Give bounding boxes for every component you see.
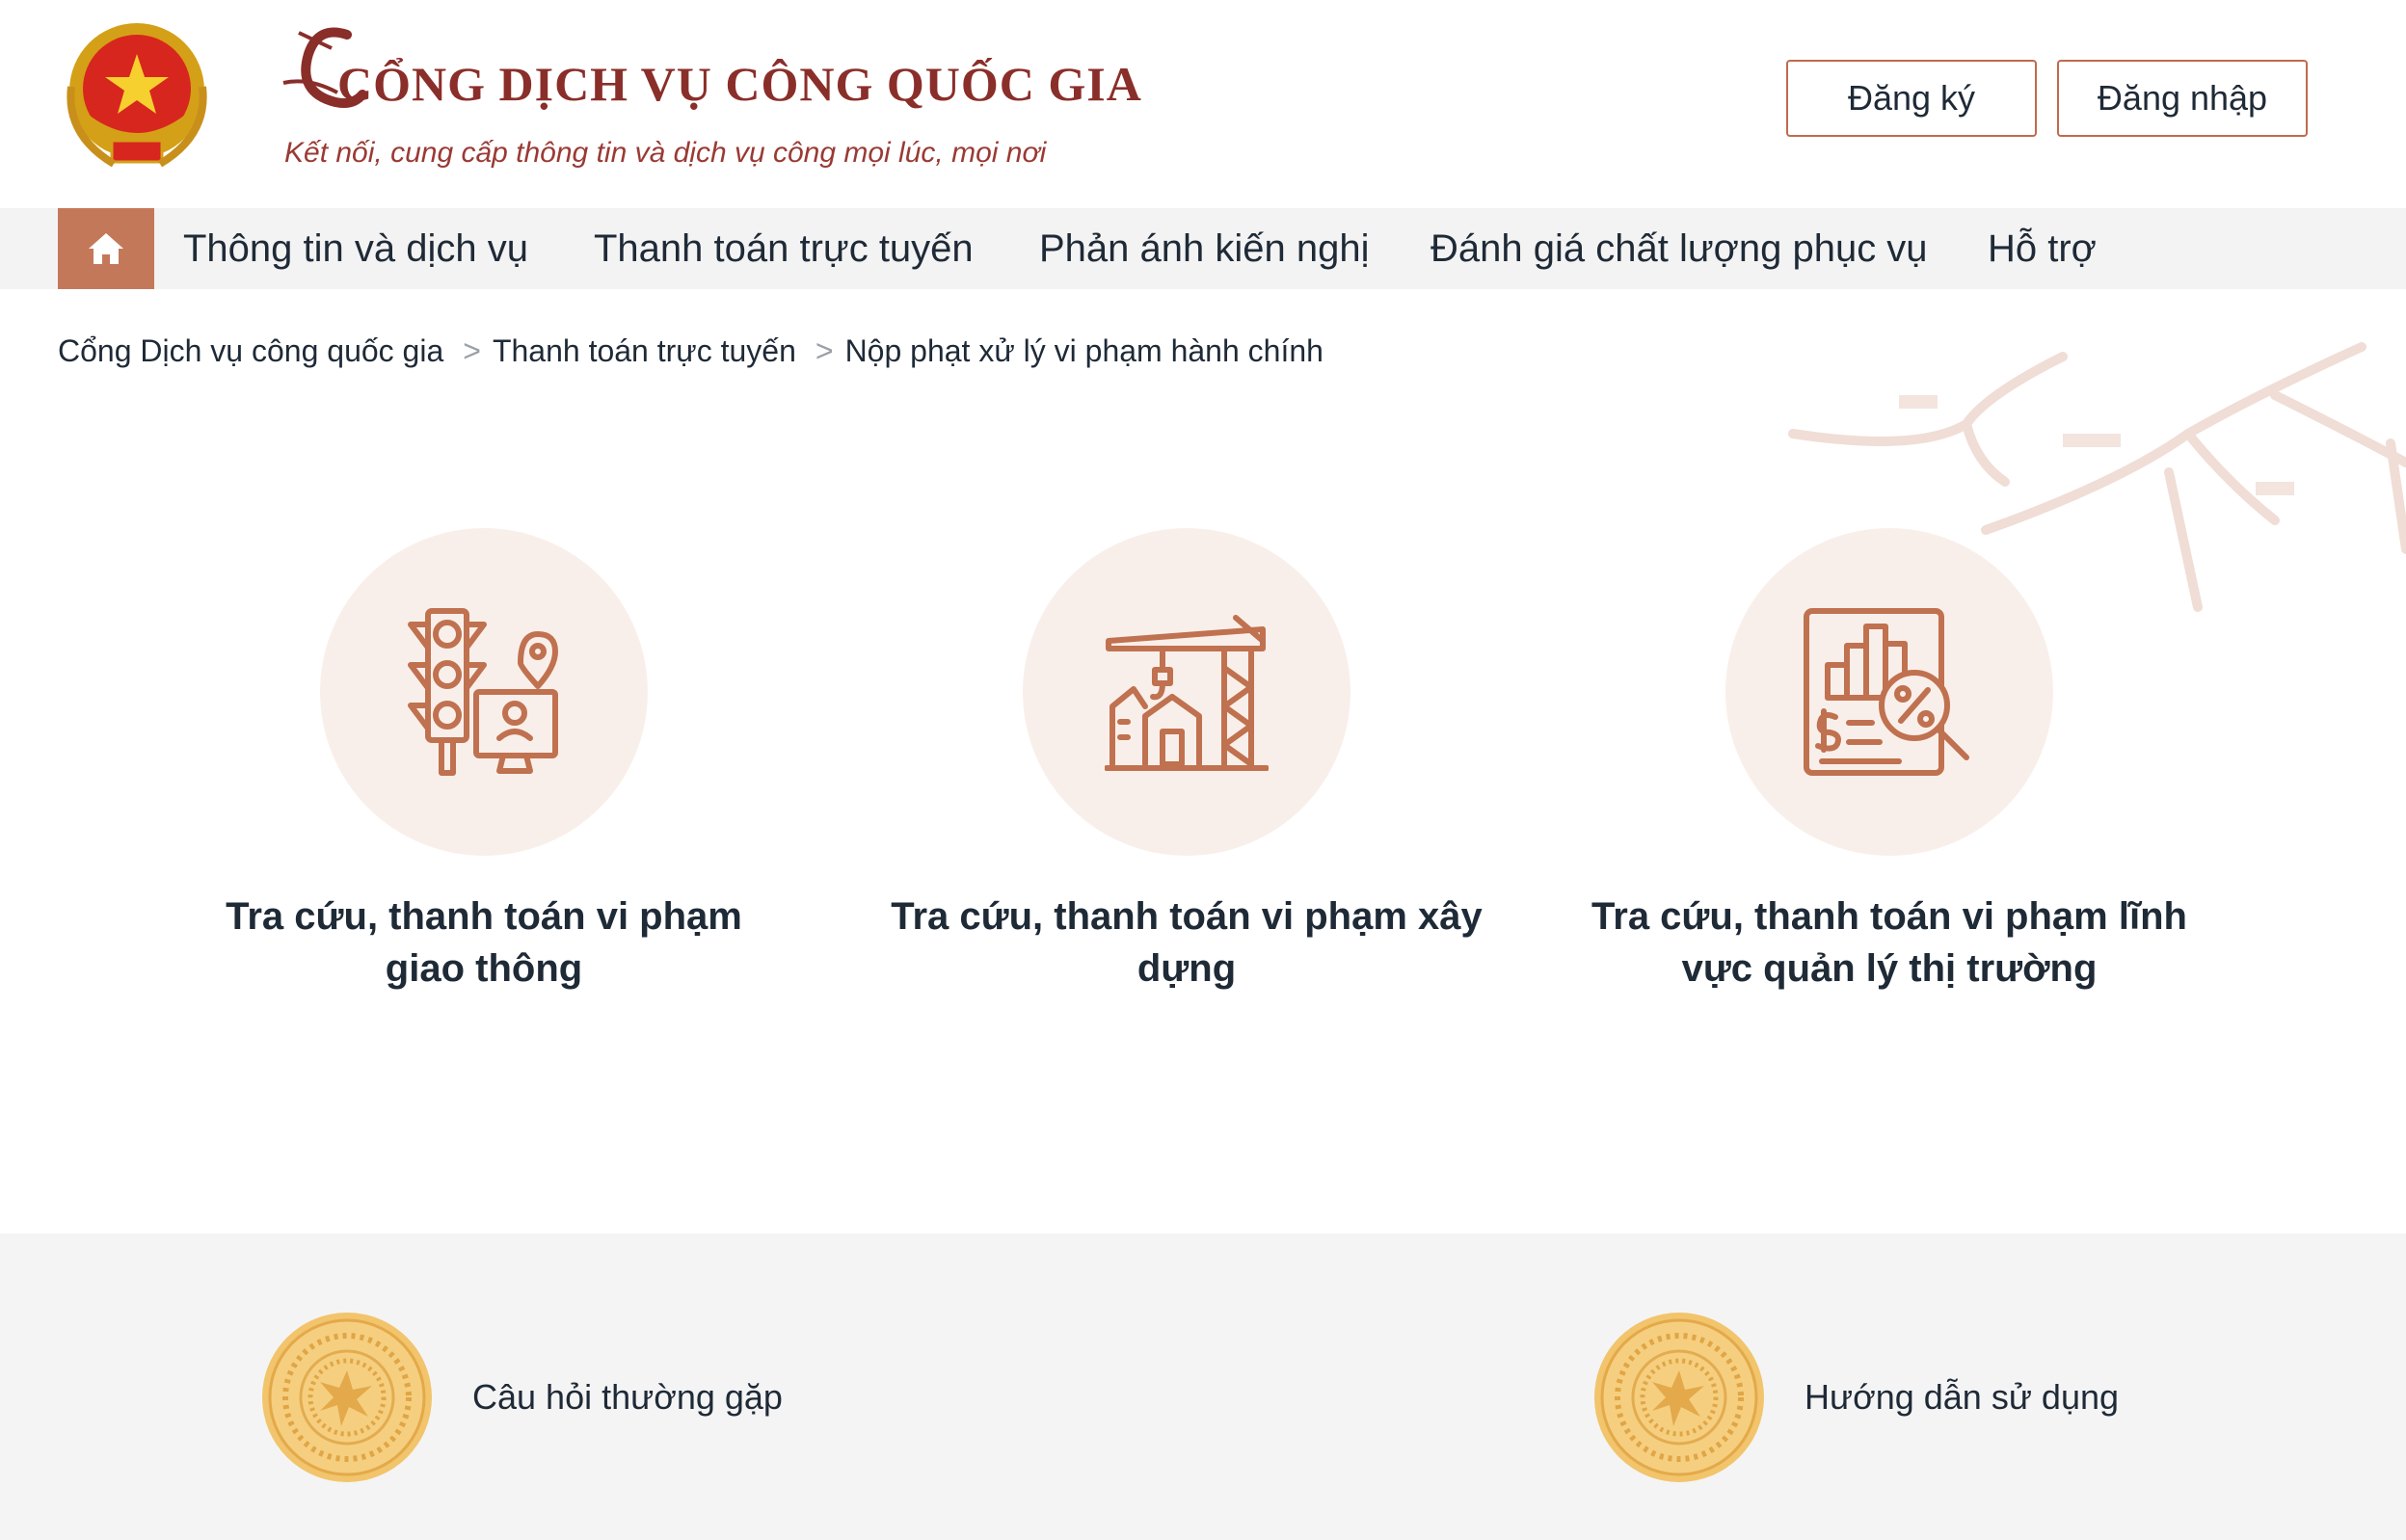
user-guide-link[interactable]: Hướng dẫn sử dụng [1592, 1311, 2119, 1484]
bronze-drum-icon [1594, 1313, 1764, 1482]
service-title-traffic[interactable]: Tra cứu, thanh toán vi phạm giao thông [185, 890, 783, 995]
home-button[interactable] [58, 208, 154, 289]
service-card-construction[interactable]: Tra cứu, thanh toán vi phạm xây dựng [888, 528, 1485, 1010]
nav-item-service-rating[interactable]: Đánh giá chất lượng phục vụ [1430, 208, 1928, 289]
nav-item-feedback[interactable]: Phản ánh kiến nghị [1039, 208, 1370, 289]
home-icon [89, 233, 123, 264]
site-subtitle: Kết nối, cung cấp thông tin và dịch vụ c… [284, 137, 1047, 169]
breadcrumb-separator: > [463, 332, 481, 368]
breadcrumb-current: Nộp phạt xử lý vi phạm hành chính [844, 332, 1323, 368]
faq-label[interactable]: Câu hỏi thường gặp [472, 1377, 783, 1418]
traffic-light-icon [408, 608, 558, 776]
service-icon-circle [1023, 528, 1350, 856]
user-guide-label[interactable]: Hướng dẫn sử dụng [1804, 1377, 2119, 1418]
nav-item-online-payment[interactable]: Thanh toán trực tuyến [594, 208, 974, 289]
breadcrumb: Cổng Dịch vụ công quốc gia > Thanh toán … [58, 330, 1323, 372]
breadcrumb-home[interactable]: Cổng Dịch vụ công quốc gia [58, 333, 443, 369]
breadcrumb-online-payment[interactable]: Thanh toán trực tuyến [493, 333, 796, 369]
main-navbar: Thông tin và dịch vụ Thanh toán trực tuy… [0, 208, 2406, 289]
service-card-market[interactable]: Tra cứu, thanh toán vi phạm lĩnh vực quả… [1591, 528, 2188, 1010]
national-emblem-icon[interactable] [56, 19, 218, 177]
service-card-traffic[interactable]: Tra cứu, thanh toán vi phạm giao thông [185, 528, 783, 1010]
construction-crane-icon [1105, 615, 1269, 771]
help-section: Câu hỏi thường gặp Hướng dẫn sử dụng [0, 1234, 2406, 1540]
service-icon-circle [320, 528, 648, 856]
nav-item-info-services[interactable]: Thông tin và dịch vụ [183, 208, 528, 289]
bronze-drum-icon [262, 1313, 432, 1482]
site-header: CỔNG DỊCH VỤ CÔNG QUỐC GIA Kết nối, cung… [0, 0, 2406, 208]
faq-link[interactable]: Câu hỏi thường gặp [260, 1311, 783, 1484]
service-title-construction[interactable]: Tra cứu, thanh toán vi phạm xây dựng [888, 890, 1485, 995]
register-button[interactable]: Đăng ký [1786, 60, 2037, 137]
market-report-icon [1804, 608, 1969, 776]
site-title: CỔNG DỊCH VỤ CÔNG QUỐC GIA [337, 57, 1142, 111]
service-icon-circle [1725, 528, 2053, 856]
service-title-market[interactable]: Tra cứu, thanh toán vi phạm lĩnh vực quả… [1591, 890, 2188, 995]
login-button[interactable]: Đăng nhập [2057, 60, 2308, 137]
breadcrumb-separator: > [815, 332, 834, 368]
nav-item-support[interactable]: Hỗ trợ [1988, 208, 2097, 289]
